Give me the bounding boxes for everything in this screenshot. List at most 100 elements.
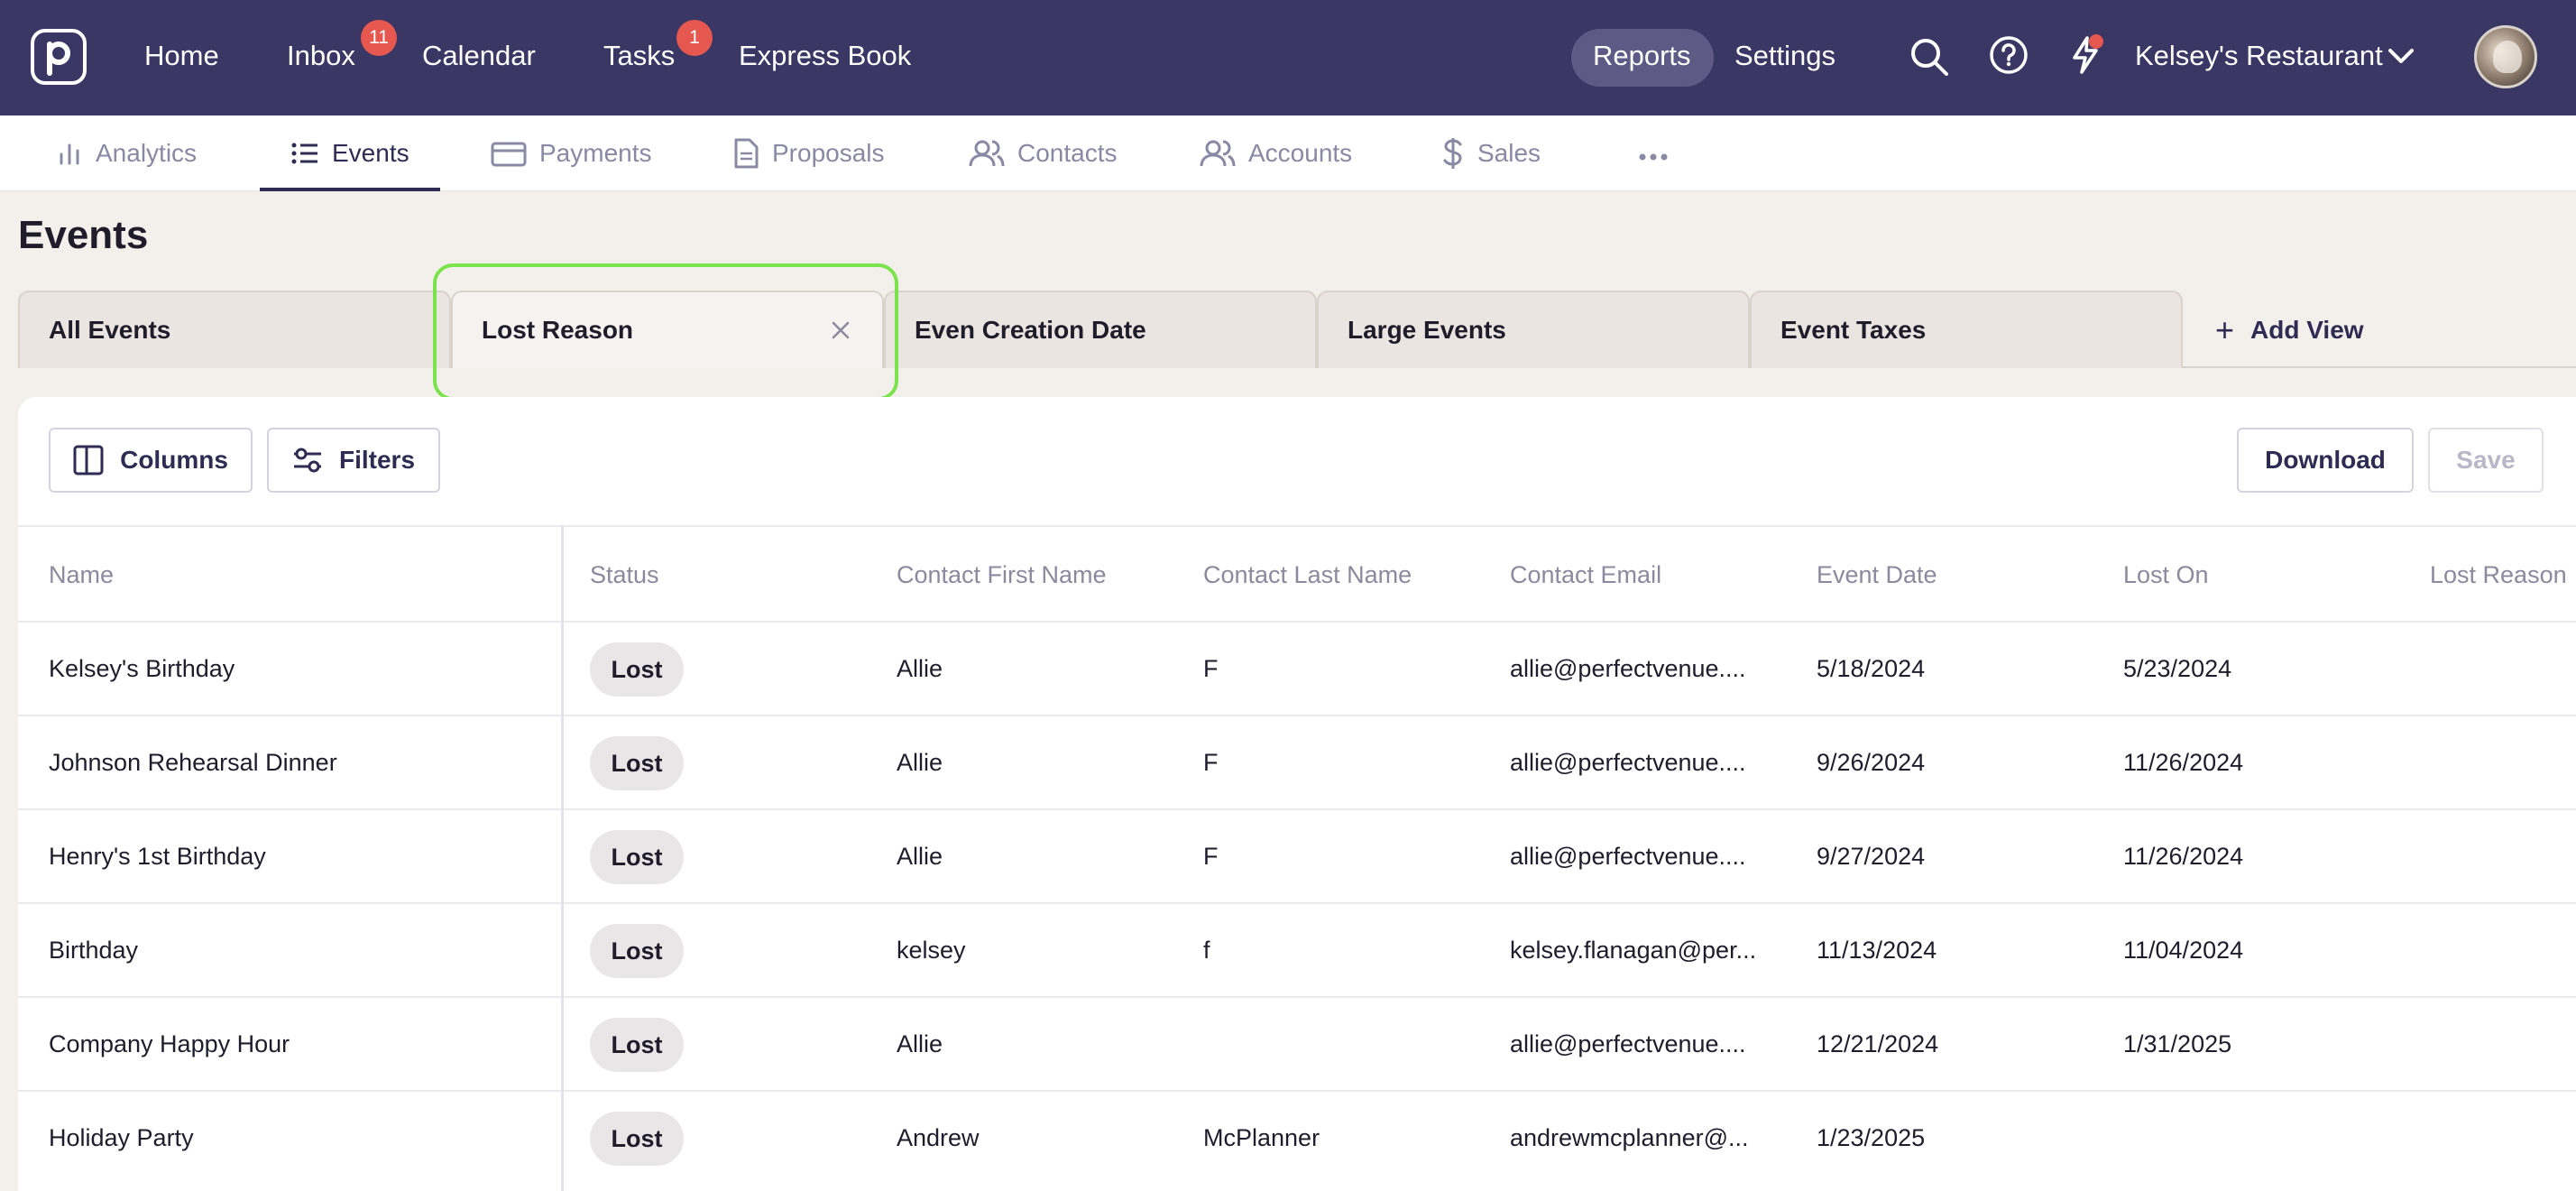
- cell-last-name: F: [1203, 843, 1219, 870]
- cell-first-name: kelsey: [897, 937, 966, 964]
- cell-lost-on: 11/26/2024: [2123, 749, 2244, 776]
- section-tabs: Analytics Events Payments Proposals Cont…: [0, 115, 2576, 191]
- cell-name[interactable]: Holiday Party: [49, 1124, 194, 1152]
- page-title: Events: [18, 213, 149, 257]
- view-tab-large-events[interactable]: Large Events: [1317, 291, 1750, 368]
- nav-tasks[interactable]: Tasks: [603, 40, 675, 72]
- column-header-contact-last-name[interactable]: Contact Last Name: [1203, 561, 1412, 589]
- tasks-badge: 1: [676, 20, 713, 56]
- view-tab-label: Lost Reason: [482, 316, 634, 344]
- chevron-down-icon[interactable]: [2387, 45, 2415, 67]
- sliders-icon: [292, 445, 323, 475]
- frozen-column-divider[interactable]: [561, 525, 564, 1191]
- table-row[interactable]: Birthday Lost kelsey f kelsey.flanagan@p…: [18, 904, 2576, 998]
- save-button[interactable]: Save: [2428, 428, 2544, 493]
- cell-last-name: F: [1203, 749, 1219, 776]
- user-avatar[interactable]: [2474, 25, 2537, 88]
- column-header-lost-on[interactable]: Lost On: [2123, 561, 2209, 589]
- view-tab-event-taxes[interactable]: Event Taxes: [1750, 291, 2183, 368]
- tab-sales-label: Sales: [1477, 139, 1541, 167]
- nav-express-book[interactable]: Express Book: [739, 40, 911, 72]
- view-tab-all-events[interactable]: All Events: [18, 291, 451, 368]
- cell-name[interactable]: Company Happy Hour: [49, 1030, 290, 1058]
- column-header-event-date[interactable]: Event Date: [1817, 561, 1937, 589]
- table-row[interactable]: Company Happy Hour Lost Allie allie@perf…: [18, 998, 2576, 1092]
- status-badge: Lost: [590, 736, 684, 790]
- cell-lost-on: 1/31/2025: [2123, 1030, 2232, 1057]
- table-row[interactable]: Henry's 1st Birthday Lost Allie F allie@…: [18, 810, 2576, 904]
- saved-views-tabs: All Events Lost Reason Even Creation Dat…: [18, 291, 2576, 368]
- status-badge: Lost: [590, 1018, 684, 1072]
- nav-home[interactable]: Home: [144, 40, 219, 72]
- tab-proposals-label: Proposals: [772, 139, 885, 167]
- cell-event-date: 9/26/2024: [1817, 749, 1926, 776]
- cell-email: allie@perfectvenue....: [1510, 749, 1746, 776]
- search-icon[interactable]: [1909, 36, 1950, 78]
- more-icon: [1638, 139, 1669, 168]
- app-logo-icon[interactable]: [31, 29, 87, 85]
- events-table-card: Columns Filters Download Save Name Statu…: [18, 397, 2576, 1191]
- cell-event-date: 5/18/2024: [1817, 655, 1926, 682]
- document-icon: [732, 138, 759, 169]
- cell-last-name: McPlanner: [1203, 1124, 1320, 1151]
- tab-payments[interactable]: Payments: [491, 115, 652, 191]
- view-tab-even-creation-date[interactable]: Even Creation Date: [884, 291, 1317, 368]
- view-tab-label: Event Taxes: [1780, 316, 1927, 344]
- cell-lost-on: 5/23/2024: [2123, 655, 2232, 682]
- cell-event-date: 1/23/2025: [1817, 1124, 1926, 1151]
- nav-calendar[interactable]: Calendar: [422, 40, 536, 72]
- tab-events[interactable]: Events: [260, 115, 440, 191]
- cell-email: allie@perfectvenue....: [1510, 843, 1746, 870]
- column-header-status[interactable]: Status: [590, 561, 659, 589]
- cell-name[interactable]: Johnson Rehearsal Dinner: [49, 749, 337, 777]
- filters-button-label: Filters: [338, 446, 416, 474]
- cell-last-name: f: [1203, 937, 1210, 964]
- accounts-icon: [1200, 139, 1236, 168]
- cell-name[interactable]: Kelsey's Birthday: [49, 655, 235, 683]
- cell-email: allie@perfectvenue....: [1510, 655, 1746, 682]
- cell-first-name: Allie: [897, 655, 943, 682]
- tab-contacts[interactable]: Contacts: [969, 115, 1118, 191]
- column-header-name[interactable]: Name: [49, 561, 114, 589]
- cell-first-name: Allie: [897, 749, 943, 776]
- tab-payments-label: Payments: [539, 139, 652, 167]
- add-view-label: Add View: [2250, 316, 2364, 344]
- nav-reports[interactable]: Reports: [1593, 40, 1691, 72]
- view-tab-label: Large Events: [1348, 316, 1506, 344]
- table-row[interactable]: Johnson Rehearsal Dinner Lost Allie F al…: [18, 716, 2576, 810]
- status-badge: Lost: [590, 830, 684, 884]
- cell-last-name: F: [1203, 655, 1219, 682]
- status-badge: Lost: [590, 642, 684, 697]
- tab-analytics[interactable]: Analytics: [56, 115, 197, 191]
- cell-name[interactable]: Birthday: [49, 937, 138, 965]
- view-tab-lost-reason[interactable]: Lost Reason: [451, 291, 884, 368]
- cell-event-date: 11/13/2024: [1817, 937, 1937, 964]
- tab-events-label: Events: [332, 139, 409, 167]
- cell-lost-on: 11/26/2024: [2123, 843, 2244, 870]
- close-icon[interactable]: [830, 319, 851, 341]
- column-header-contact-email[interactable]: Contact Email: [1510, 561, 1661, 589]
- download-button[interactable]: Download: [2237, 428, 2414, 493]
- column-header-lost-reason[interactable]: Lost Reason: [2430, 561, 2567, 589]
- more-tabs-button[interactable]: [1638, 115, 1669, 191]
- table-row[interactable]: Holiday Party Lost Andrew McPlanner andr…: [18, 1092, 2576, 1186]
- inbox-badge: 11: [361, 20, 397, 56]
- tab-accounts-label: Accounts: [1248, 139, 1353, 167]
- tab-proposals[interactable]: Proposals: [732, 115, 885, 191]
- tab-analytics-label: Analytics: [96, 139, 198, 167]
- column-header-contact-first-name[interactable]: Contact First Name: [897, 561, 1107, 589]
- top-navigation-bar: Home Inbox 11 Calendar Tasks 1 Express B…: [0, 0, 2576, 115]
- cell-email: allie@perfectvenue....: [1510, 1030, 1746, 1057]
- cell-name[interactable]: Henry's 1st Birthday: [49, 843, 266, 871]
- tab-accounts[interactable]: Accounts: [1200, 115, 1352, 191]
- nav-inbox[interactable]: Inbox: [287, 40, 355, 72]
- tab-sales[interactable]: Sales: [1441, 115, 1541, 191]
- account-switcher[interactable]: Kelsey's Restaurant: [2135, 40, 2383, 72]
- table-row[interactable]: Kelsey's Birthday Lost Allie F allie@per…: [18, 623, 2576, 716]
- add-view-button[interactable]: + Add View: [2215, 311, 2364, 349]
- help-icon[interactable]: [1988, 34, 2029, 76]
- filters-button[interactable]: Filters: [267, 428, 440, 493]
- notifications-bolt-icon[interactable]: [2064, 31, 2111, 78]
- nav-settings[interactable]: Settings: [1734, 40, 1835, 72]
- columns-button[interactable]: Columns: [49, 428, 253, 493]
